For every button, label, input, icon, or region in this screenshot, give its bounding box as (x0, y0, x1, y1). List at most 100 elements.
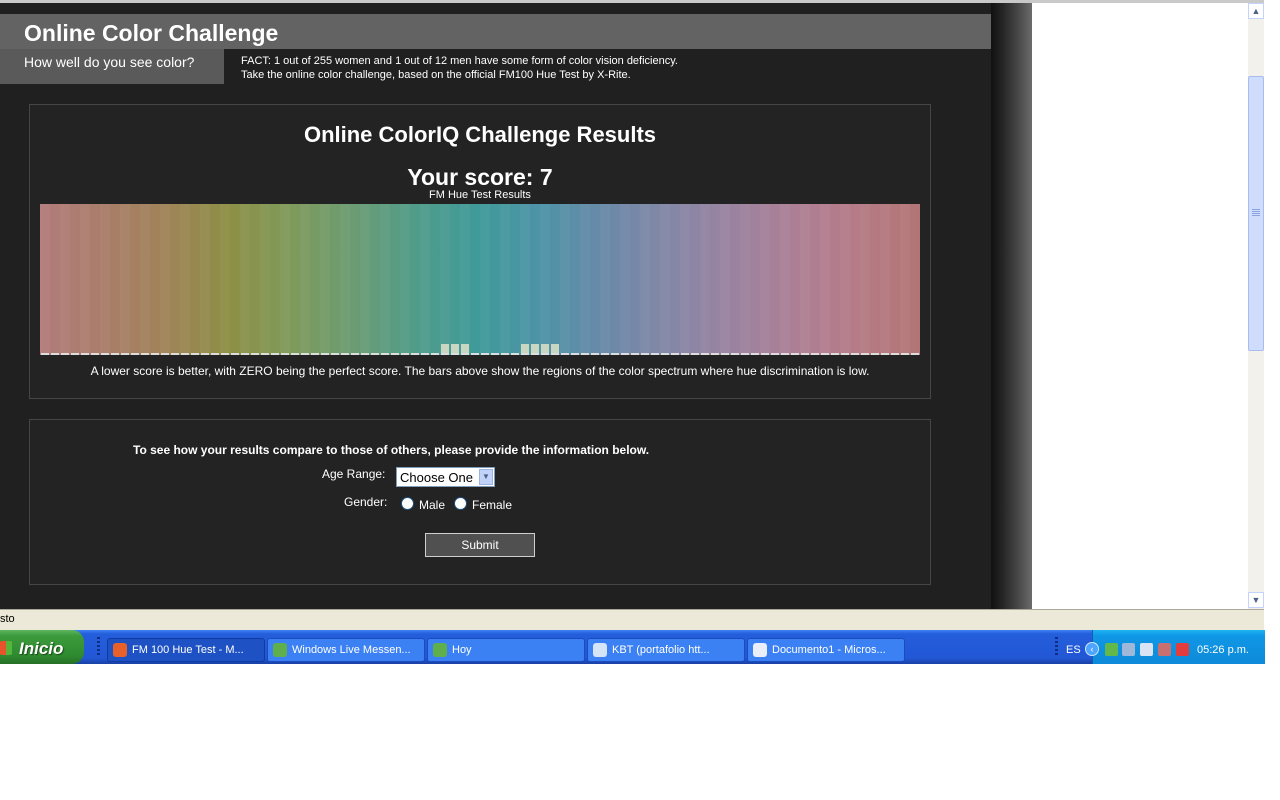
age-range-value: Choose One (400, 470, 473, 485)
cap-baseline-mark (501, 353, 509, 355)
cap-baseline-mark (471, 353, 479, 355)
male-radio[interactable] (401, 497, 414, 510)
scroll-down-button[interactable]: ▼ (1248, 592, 1264, 608)
cap-baseline-mark (101, 353, 109, 355)
cap-baseline-mark (201, 353, 209, 355)
cap-baseline-mark (81, 353, 89, 355)
taskbar-button[interactable]: FM 100 Hue Test - M... (107, 638, 265, 662)
security-icon[interactable] (1122, 643, 1135, 656)
cap-baseline-mark (311, 353, 319, 355)
cap-baseline-mark (811, 353, 819, 355)
cap-band (660, 204, 670, 353)
clock[interactable]: 05:26 p.m. (1197, 644, 1249, 656)
cap-baseline-mark (611, 353, 619, 355)
cap-baseline-mark (411, 353, 419, 355)
cap-band (700, 204, 710, 353)
cap-band (80, 204, 90, 353)
app-icon (593, 643, 607, 657)
cap-baseline-mark (111, 353, 119, 355)
cap-baseline-mark (371, 353, 379, 355)
cap-baseline-mark (351, 353, 359, 355)
cap-baseline-mark (521, 353, 529, 355)
taskbar-button[interactable]: Windows Live Messen... (267, 638, 425, 662)
female-label: Female (472, 498, 513, 512)
score-display: Your score: 7 (407, 164, 553, 190)
cap-baseline-mark (661, 353, 669, 355)
cap-baseline-mark (241, 353, 249, 355)
taskbar-button-label: Hoy (452, 644, 472, 656)
cap-baseline-mark (381, 353, 389, 355)
cap-baseline-mark (651, 353, 659, 355)
scroll-up-button[interactable]: ▲ (1248, 3, 1264, 19)
network-icon[interactable] (1105, 643, 1118, 656)
cap-band (440, 204, 450, 353)
cap-band (420, 204, 430, 353)
app-icon (113, 643, 127, 657)
cap-baseline-mark (751, 353, 759, 355)
cap-baseline-mark (581, 353, 589, 355)
cap-baseline-mark (421, 353, 429, 355)
taskbar-button-label: Windows Live Messen... (292, 644, 411, 656)
cap-baseline-mark (511, 353, 519, 355)
cap-baseline-mark (161, 353, 169, 355)
age-range-select[interactable]: Choose One ▼ (396, 467, 495, 487)
cap-band (140, 204, 150, 353)
taskbar-button-label: FM 100 Hue Test - M... (132, 644, 244, 656)
taskbar-button[interactable]: Hoy (427, 638, 585, 662)
cap-band (720, 204, 730, 353)
cap-baseline-mark (361, 353, 369, 355)
language-indicator[interactable]: ES (1066, 644, 1081, 656)
cap-baseline-mark (681, 353, 689, 355)
cap-band (260, 204, 270, 353)
cap-baseline-mark (221, 353, 229, 355)
cap-baseline-mark (331, 353, 339, 355)
cap-baseline-mark (231, 353, 239, 355)
cap-baseline-mark (851, 353, 859, 355)
cap-band (900, 204, 910, 353)
taskbar-button[interactable]: Documento1 - Micros... (747, 638, 905, 662)
cap-baseline-mark (391, 353, 399, 355)
cap-band (500, 204, 510, 353)
cap-band (280, 204, 290, 353)
cap-band (860, 204, 870, 353)
fact-text: FACT: 1 out of 255 women and 1 out of 12… (241, 55, 678, 67)
cap-band (760, 204, 770, 353)
cap-baseline-mark (691, 353, 699, 355)
tray-expand-icon[interactable]: ‹ (1085, 642, 1099, 656)
cap-baseline-mark (151, 353, 159, 355)
cap-band (200, 204, 210, 353)
cap-band (780, 204, 790, 353)
gender-label: Gender: (344, 495, 388, 509)
cap-baseline-mark (181, 353, 189, 355)
app-icon (753, 643, 767, 657)
cap-baseline-mark (701, 353, 709, 355)
cap-baseline-mark (461, 353, 469, 355)
grip-icon (1252, 209, 1260, 217)
taskbar-grip[interactable] (97, 637, 100, 657)
female-radio[interactable] (454, 497, 467, 510)
form-intro: To see how your results compare to those… (133, 443, 650, 457)
cap-baseline-mark (721, 353, 729, 355)
scrollbar-thumb[interactable] (1248, 76, 1264, 351)
volume-icon[interactable] (1140, 643, 1153, 656)
age-range-label: Age Range: (322, 467, 386, 481)
cap-baseline-mark (451, 353, 459, 355)
cap-baseline-mark (61, 353, 69, 355)
taskbar-button[interactable]: KBT (portafolio htt... (587, 638, 745, 662)
submit-button[interactable]: Submit (425, 533, 535, 557)
cap-baseline-mark (841, 353, 849, 355)
cap-baseline-mark (481, 353, 489, 355)
antivirus-icon[interactable] (1176, 643, 1189, 656)
speaker-icon[interactable] (1158, 643, 1171, 656)
cap-baseline-mark (741, 353, 749, 355)
cap-band (160, 204, 170, 353)
cap-baseline-mark (401, 353, 409, 355)
cap-baseline-mark (671, 353, 679, 355)
cap-baseline-mark (191, 353, 199, 355)
cap-band (640, 204, 650, 353)
cap-baseline-mark (881, 353, 889, 355)
tray-grip[interactable] (1055, 637, 1058, 657)
cap-baseline-mark (131, 353, 139, 355)
cap-band (580, 204, 590, 353)
cap-band (740, 204, 750, 353)
